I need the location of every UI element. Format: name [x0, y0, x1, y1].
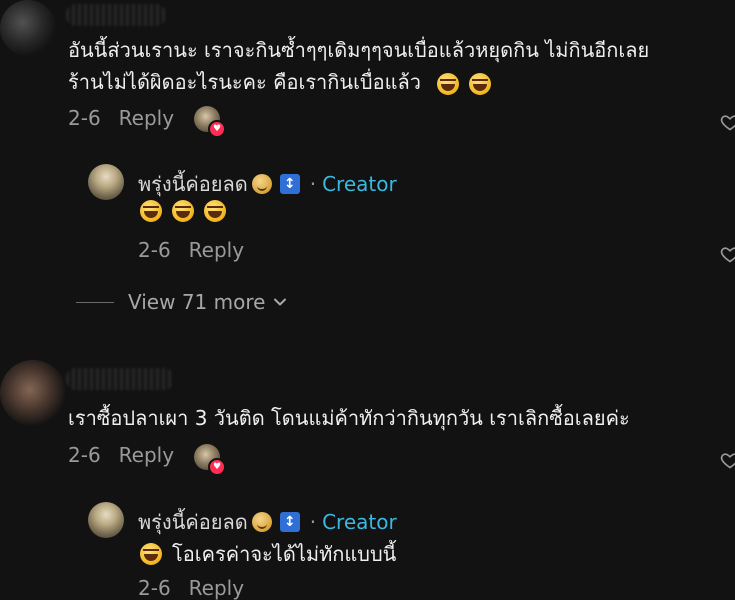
laugh-emoji-icon — [140, 543, 162, 565]
comment-line: ร้านไม่ได้ผิดอะไรนะคะ คือเรากินเบื่อแล้ว — [68, 66, 649, 98]
creator-name[interactable]: พรุ่งนี้ค่อยลด — [138, 506, 248, 538]
laugh-emoji-icon — [469, 72, 492, 95]
heart-outline-icon[interactable] — [720, 450, 735, 470]
creator-name[interactable]: พรุ่งนี้ค่อยลด — [138, 168, 248, 200]
view-more-label: View 71 more — [128, 290, 266, 314]
reply-button[interactable]: Reply — [189, 576, 244, 600]
creator-tag: Creator — [322, 172, 397, 196]
up-down-arrow-icon: ↕ — [279, 512, 300, 532]
commenter-avatar[interactable] — [0, 360, 66, 426]
creator-reply-date: 2-6 — [138, 576, 171, 600]
laugh-emoji-icon — [437, 72, 460, 95]
comment-line-text: ร้านไม่ได้ผิดอะไรนะคะ คือเรากินเบื่อแล้ว — [68, 70, 421, 94]
heart-badge-icon: ♥ — [208, 120, 226, 138]
reply-button[interactable]: Reply — [119, 443, 174, 467]
comment-meta: 2-6 Reply — [68, 443, 174, 467]
creator-avatar[interactable] — [88, 502, 124, 538]
laugh-emoji-icon — [172, 200, 194, 222]
creator-header: พรุ่งนี้ค่อยลด ↕ · Creator — [138, 506, 397, 538]
comment-line: อันนี้ส่วนเรานะ เราจะกินซ้ำๆๆเดิมๆๆจนเบื… — [68, 38, 650, 62]
commenter-name[interactable] — [66, 4, 166, 26]
commenter-name[interactable] — [66, 368, 174, 390]
comment-text: เราซื้อปลาเผา 3 วันติด โดนแม่ค้าทักว่ากิ… — [68, 402, 630, 434]
creator-reply-date: 2-6 — [138, 238, 171, 262]
heart-outline-icon[interactable] — [720, 244, 735, 264]
reply-button[interactable]: Reply — [189, 238, 244, 262]
up-down-arrow-icon: ↕ — [279, 174, 300, 194]
comment-line: เราซื้อปลาเผา 3 วันติด โดนแม่ค้าทักว่ากิ… — [68, 406, 630, 430]
creator-reply-message: โอเครค่าจะได้ไม่ทักแบบนี้ — [172, 542, 397, 566]
creator-tag: Creator — [322, 510, 397, 534]
laugh-emoji-icon — [204, 200, 226, 222]
creator-reply-text: โอเครค่าจะได้ไม่ทักแบบนี้ — [140, 538, 396, 570]
creator-header: พรุ่งนี้ค่อยลด ↕ · Creator — [138, 168, 397, 200]
smile-emoji-icon — [251, 512, 272, 532]
comment-date: 2-6 — [68, 443, 101, 467]
chevron-down-icon — [274, 298, 287, 306]
commenter-avatar[interactable] — [0, 0, 56, 56]
heart-badge-icon: ♥ — [208, 458, 226, 476]
separator-dot: · — [309, 172, 317, 196]
creator-reply-meta: 2-6 Reply — [138, 238, 244, 262]
reply-button[interactable]: Reply — [119, 106, 174, 130]
heart-outline-icon[interactable] — [720, 112, 735, 132]
laugh-emoji-icon — [140, 200, 162, 222]
creator-reply-meta: 2-6 Reply — [138, 576, 244, 600]
divider-line — [76, 301, 114, 303]
creator-avatar[interactable] — [88, 164, 124, 200]
separator-dot: · — [309, 510, 317, 534]
smile-emoji-icon — [251, 174, 272, 194]
comment-meta: 2-6 Reply — [68, 106, 174, 130]
comment-date: 2-6 — [68, 106, 101, 130]
view-more-replies-button[interactable]: View 71 more — [76, 290, 287, 314]
comment-text: อันนี้ส่วนเรานะ เราจะกินซ้ำๆๆเดิมๆๆจนเบื… — [68, 34, 649, 98]
creator-reply-text — [140, 200, 236, 222]
